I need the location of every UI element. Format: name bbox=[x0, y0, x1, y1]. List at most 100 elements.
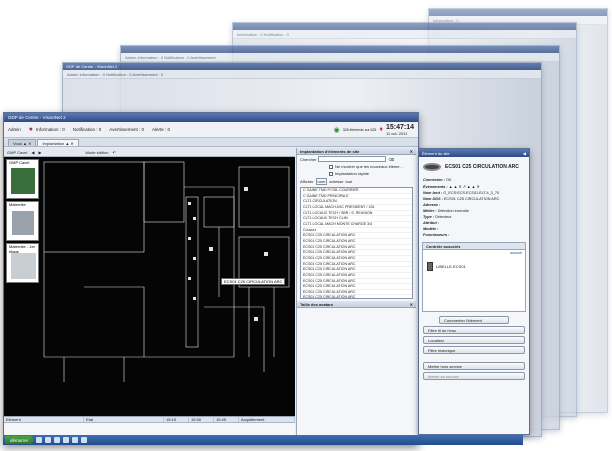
forward-arrow-icon[interactable]: ▶ bbox=[38, 150, 41, 155]
smoke-detector-icon bbox=[423, 163, 441, 171]
afficher-nom[interactable]: nom bbox=[315, 178, 328, 185]
close-icon[interactable]: ✕ bbox=[410, 149, 413, 154]
filter-history-button[interactable]: Filtre historique bbox=[423, 346, 525, 354]
list-item[interactable]: ECS01 C25 CIRCULATION ARC bbox=[301, 295, 412, 298]
tab-vous[interactable]: Vous ▲ ✕ bbox=[8, 139, 37, 146]
plan-view: GMP Cavel ◀ ▶ Mode édition ↶ GMP Cavel M… bbox=[4, 148, 295, 436]
taskbar-app-icon[interactable] bbox=[45, 437, 52, 443]
start-button[interactable]: démarrer bbox=[5, 436, 34, 444]
property-key: Connexion : bbox=[423, 178, 445, 182]
taskbar-app-icon[interactable] bbox=[72, 437, 79, 443]
information-counter[interactable]: ● Information : 0 bbox=[29, 126, 65, 133]
property-value: G_ECS:ECS.ECS01.ELT.4_3_70 bbox=[443, 191, 500, 195]
user-icon: ● bbox=[28, 126, 33, 133]
main-window: GDP de Centre - VisionNet 2 Admin ● Info… bbox=[3, 112, 419, 445]
user-label: Admin bbox=[8, 127, 21, 132]
property-key: Nom brut : bbox=[423, 191, 443, 195]
col-element[interactable]: Elément bbox=[4, 417, 84, 422]
window-toolbar: Admin Information : 0 Notification : 0 A… bbox=[121, 53, 559, 62]
control-item[interactable]: LIBELLE-ECS01 bbox=[423, 256, 525, 277]
afficher-row: Afficher nom adresse tout bbox=[300, 178, 353, 185]
window-toolbar: Information : 0 Notification : 0 bbox=[233, 30, 576, 39]
search-row: Chercher ⌫ bbox=[300, 156, 395, 162]
window-titlebar bbox=[429, 9, 607, 16]
property-value: Détecteur bbox=[435, 215, 452, 219]
col-1515[interactable]: 15:15 bbox=[164, 417, 189, 422]
thumbnail-maternite-1er-etage[interactable]: Maternite - 1er étage bbox=[6, 243, 39, 283]
checkbox[interactable] bbox=[329, 164, 333, 169]
property-key: Fournisseurs : bbox=[423, 233, 450, 237]
property-row: Fournisseurs : bbox=[419, 232, 529, 238]
detail-object: ECS01 C25 CIRCULATION ARC bbox=[419, 157, 529, 177]
col-acquittement[interactable]: Acquittement bbox=[239, 417, 295, 422]
eraser-icon[interactable]: ⌫ bbox=[388, 157, 394, 162]
property-value: OK bbox=[446, 178, 452, 182]
option-new-only[interactable]: Ne montrer que les nouveaux éléme... bbox=[297, 163, 416, 170]
taskbar-app-icon[interactable] bbox=[54, 437, 61, 443]
afficher-tout[interactable]: tout bbox=[346, 179, 353, 184]
col-1545[interactable]: 15:45 bbox=[214, 417, 239, 422]
avertissement-counter[interactable]: Avertissement : 0 bbox=[109, 127, 144, 132]
detail-header: Élément du site ◀ bbox=[419, 149, 529, 157]
property-key: Attribut : bbox=[423, 221, 440, 225]
comment-button[interactable]: Commenter l'élément bbox=[439, 316, 509, 324]
property-value: Détection incendie bbox=[437, 209, 469, 213]
clock: ◉ 328 éléments sur 625 ♦ 15:47:14 11 oct… bbox=[334, 124, 414, 136]
taskbar-app-icon[interactable] bbox=[36, 437, 43, 443]
tab-bar: Vous ▲ ✕ Implantation ▲ ✕ bbox=[4, 138, 418, 147]
tab-implantation[interactable]: Implantation ▲ ✕ bbox=[37, 139, 79, 146]
network-icon: ◉ bbox=[333, 126, 340, 134]
taskbar-app-icon[interactable] bbox=[63, 437, 70, 443]
window-titlebar bbox=[233, 23, 576, 30]
undo-icon[interactable]: ↶ bbox=[112, 150, 115, 155]
clock-time: 15:47:14 bbox=[385, 123, 414, 131]
filter-flow-button[interactable]: Filtre fil de l'eau bbox=[423, 326, 525, 334]
events-grid: Elément Etat 15:15 15:30 15:45 Acquittem… bbox=[4, 416, 295, 436]
property-value: ECS01 C25 CIRCULATION ARC bbox=[443, 197, 500, 201]
property-row: Évènements : ▲ ▲ ✕ ↗ ▲ ▲ ✕ bbox=[419, 183, 529, 190]
property-key: Modèle : bbox=[423, 227, 439, 231]
clock-date: 11 oct. 2011 bbox=[385, 130, 408, 136]
out-of-service-button[interactable]: Mettre hors service bbox=[423, 362, 525, 370]
floor-plan[interactable]: GMP Cavel Maternite Maternite - 1er étag… bbox=[4, 157, 295, 416]
search-input[interactable] bbox=[318, 156, 387, 162]
window-title: GDP de Centre - VisionNet 2 bbox=[4, 113, 418, 122]
avatars-title: Taille des avatars ✕ bbox=[297, 301, 416, 308]
locate-button[interactable]: Localiser bbox=[423, 336, 525, 344]
alerte-counter[interactable]: Alerte : 0 bbox=[152, 127, 170, 132]
property-value: ▲ ▲ ✕ ↗ ▲ ▲ ✕ bbox=[448, 185, 480, 189]
controller-icon bbox=[427, 262, 433, 271]
taskbar: démarrer bbox=[3, 435, 523, 445]
window-titlebar bbox=[121, 46, 559, 53]
window-title: GDP de Centre - VisionNet 2 bbox=[63, 63, 541, 70]
implantation-title: Implantation d'éléments de site ✕ bbox=[297, 148, 416, 155]
assoc-title: Contrôle associés bbox=[423, 243, 525, 250]
associated-controls: Contrôle associés associé LIBELLE-ECS01 bbox=[422, 242, 526, 312]
checkbox[interactable] bbox=[329, 171, 333, 176]
property-key: Évènements : bbox=[423, 185, 448, 189]
in-service-button[interactable]: Mettre en service bbox=[423, 372, 525, 380]
col-1530[interactable]: 15:30 bbox=[189, 417, 214, 422]
thumbnail-maternite[interactable]: Maternite bbox=[6, 201, 39, 241]
close-icon[interactable]: ✕ bbox=[410, 302, 413, 307]
plan-element-callout[interactable]: ECS01 C25 CIRCULATION ARC bbox=[221, 278, 286, 285]
element-list[interactable]: C GAINE TMD P.CSIL COURRIER C GAINE TMD P… bbox=[300, 187, 413, 299]
object-name: ECS01 C25 CIRCULATION ARC bbox=[445, 164, 519, 170]
mode-label[interactable]: Mode édition bbox=[86, 150, 109, 155]
element-detail-panel: Élément du site ◀ ECS01 C25 CIRCULATION … bbox=[418, 148, 530, 435]
status-toolbar: Admin ● Information : 0 Notification : 0… bbox=[4, 122, 418, 138]
property-key: Nom DDS : bbox=[423, 197, 443, 201]
events-grid-header: Elément Etat 15:15 15:30 15:45 Acquittem… bbox=[4, 417, 295, 423]
thumbnail-gmp-cavel[interactable]: GMP Cavel bbox=[6, 159, 39, 199]
notification-counter[interactable]: Notification : 0 bbox=[73, 127, 102, 132]
property-key: Adresse : bbox=[423, 203, 441, 207]
afficher-adresse[interactable]: adresse bbox=[329, 179, 343, 184]
taskbar-app-icon[interactable] bbox=[81, 437, 88, 443]
window-toolbar: Admin Information : 0 Notification : 0 A… bbox=[63, 70, 541, 79]
option-quick[interactable]: Implantation rapide bbox=[297, 170, 416, 177]
back-arrow-icon[interactable]: ◀ bbox=[31, 150, 34, 155]
site-label[interactable]: GMP Cavel bbox=[7, 150, 27, 155]
col-etat[interactable]: Etat bbox=[84, 417, 164, 422]
back-arrow-icon[interactable]: ◀ bbox=[523, 151, 526, 156]
alarm-bell-icon[interactable]: ♦ bbox=[379, 126, 383, 133]
